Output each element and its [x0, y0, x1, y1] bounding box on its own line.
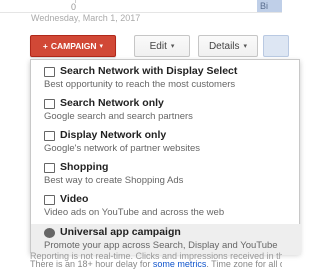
delay-notice-prefix: There is an 18+ hour delay for: [30, 259, 153, 269]
delay-notice: There is an 18+ hour delay for some metr…: [30, 259, 282, 269]
menu-item-title: Display Network only: [60, 129, 167, 141]
search-network-icon: [44, 99, 55, 109]
campaign-label: CAMPAIGN: [50, 41, 97, 51]
menu-item-description: Promote your app across Search, Display …: [44, 240, 278, 251]
date-label: Wednesday, March 1, 2017: [31, 13, 141, 23]
menu-item-description: Video ads on YouTube and across the web: [44, 207, 225, 218]
menu-item-search-display-select[interactable]: Search Network with Display Select Best …: [31, 63, 301, 94]
edit-label: Edit: [149, 40, 167, 52]
toolbar: + CAMPAIGN ▾ Edit ▾ Details ▾: [0, 34, 289, 58]
menu-item-title: Shopping: [60, 161, 109, 173]
search-display-icon: [44, 67, 55, 77]
add-campaign-button[interactable]: + CAMPAIGN ▾: [30, 35, 116, 57]
menu-item-title: Search Network with Display Select: [60, 65, 238, 77]
menu-item-description: Google's network of partner websites: [44, 143, 201, 154]
some-metrics-link[interactable]: some metrics: [153, 259, 207, 269]
menu-item-description: Google search and search partners: [44, 111, 193, 122]
menu-item-shopping[interactable]: Shopping Best way to create Shopping Ads: [31, 159, 301, 190]
bid-strategy-button[interactable]: [263, 35, 289, 57]
chevron-down-icon: ▾: [99, 43, 104, 50]
menu-item-title: Universal app campaign: [60, 226, 181, 238]
shopping-icon: [44, 163, 55, 173]
display-network-icon: [44, 131, 55, 141]
video-icon: [44, 195, 55, 205]
menu-item-search-network-only[interactable]: Search Network only Google search and se…: [31, 95, 301, 126]
menu-item-video[interactable]: Video Video ads on YouTube and across th…: [31, 191, 301, 222]
corner-label: Bi: [257, 0, 282, 12]
menu-item-display-network-only[interactable]: Display Network only Google's network of…: [31, 127, 301, 158]
chevron-down-icon: ▾: [243, 43, 248, 50]
campaign-type-menu: Search Network with Display Select Best …: [30, 59, 301, 255]
chevron-down-icon: ▾: [170, 43, 175, 50]
details-label: Details: [208, 40, 240, 52]
chart-edge: 0 Wednesday, March 1, 2017 Bi: [0, 0, 282, 26]
app-download-icon: [44, 228, 55, 238]
menu-item-title: Video: [60, 193, 89, 205]
details-button[interactable]: Details ▾: [198, 35, 258, 57]
menu-item-title: Search Network only: [60, 97, 164, 109]
delay-notice-suffix: . Time zone for all date: [206, 259, 282, 269]
menu-item-description: Best opportunity to reach the most custo…: [44, 79, 236, 90]
axis-zero-label: 0: [71, 2, 77, 12]
menu-item-description: Best way to create Shopping Ads: [44, 175, 184, 186]
edit-button[interactable]: Edit ▾: [134, 35, 190, 57]
plus-icon: +: [42, 41, 48, 51]
